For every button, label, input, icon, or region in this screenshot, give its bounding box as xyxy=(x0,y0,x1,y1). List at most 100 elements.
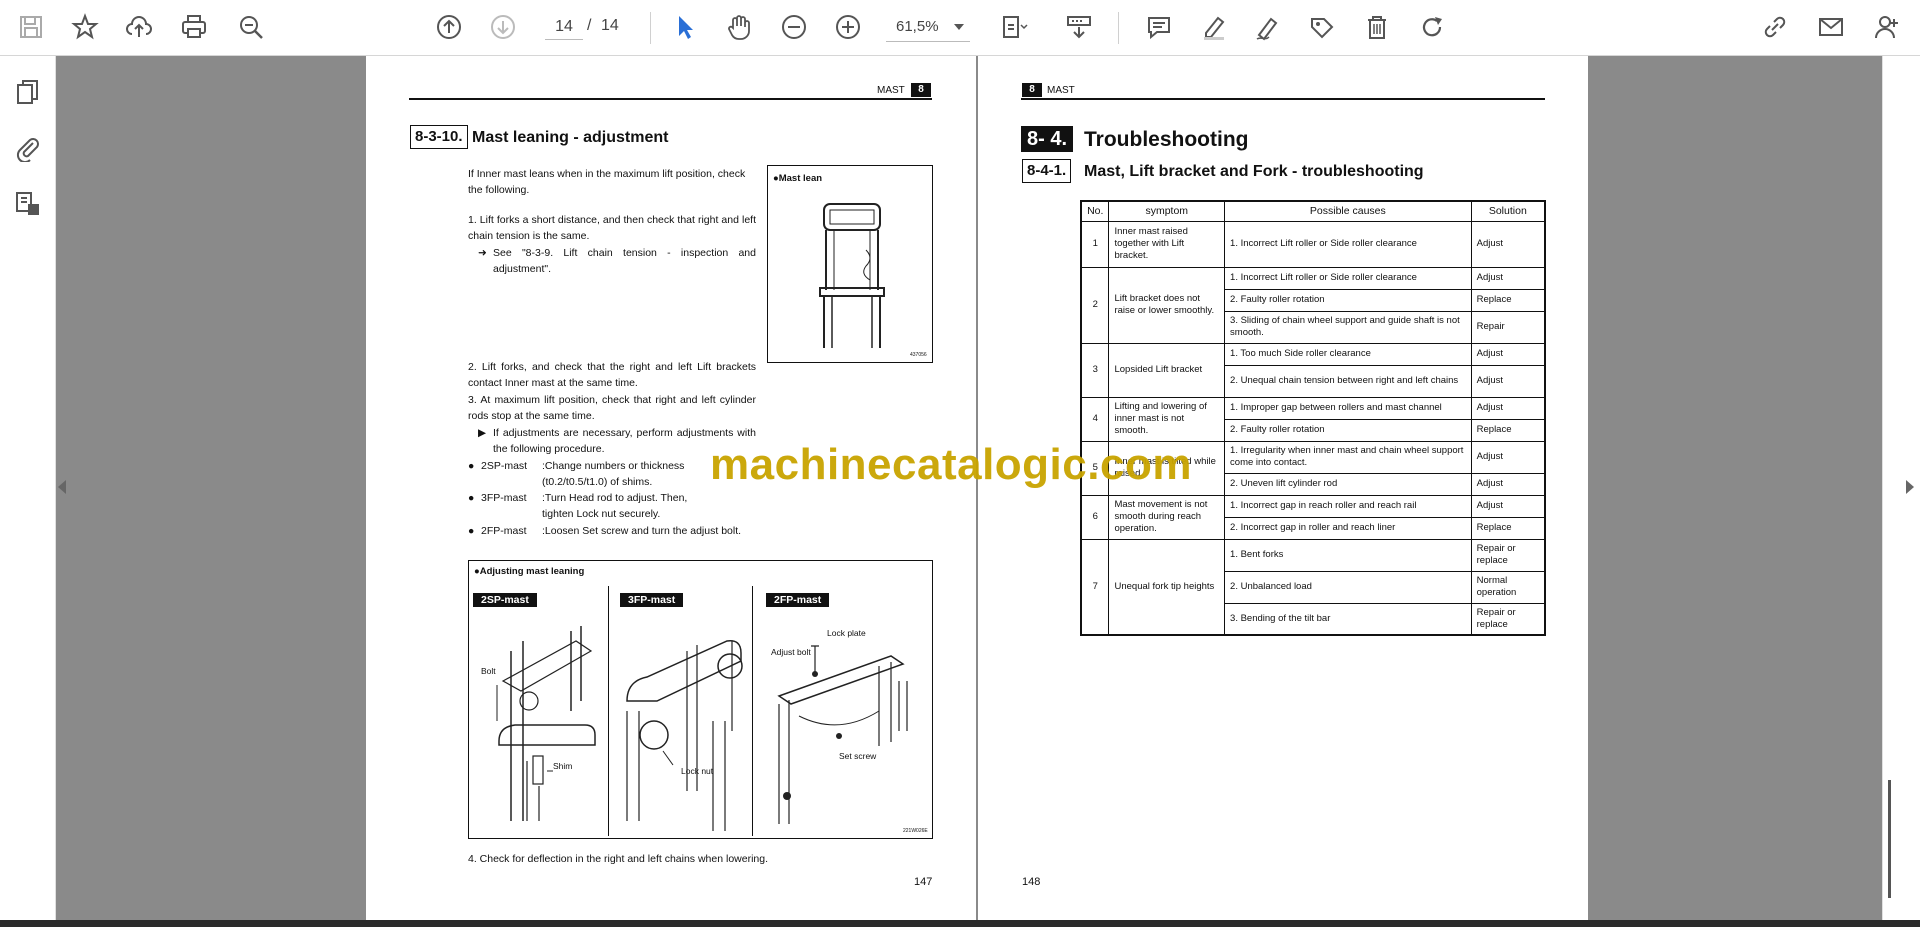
fit-page-icon[interactable] xyxy=(992,10,1036,44)
2sp-mast-drawing xyxy=(496,626,596,821)
page-separator: / xyxy=(587,17,592,34)
solution-cell: Adjust xyxy=(1470,494,1546,518)
email-icon[interactable] xyxy=(1814,10,1848,44)
delete-icon[interactable] xyxy=(1360,10,1394,44)
cause-cell: 2. Faulty roller rotation xyxy=(1224,288,1472,312)
row-number: 4 xyxy=(1080,396,1110,442)
page-total: 14 xyxy=(601,17,619,34)
step-4: 4. Check for deflection in the right and… xyxy=(468,853,769,865)
tag-2fp-mast: 2FP-mast xyxy=(766,593,830,607)
zoom-in-icon[interactable] xyxy=(831,10,865,44)
table-row: 4 Lifting and lowering of inner mast is … xyxy=(1080,396,1546,442)
chevron-down-icon xyxy=(954,23,964,30)
toolbar: / 14 61,5% xyxy=(0,0,1920,56)
expand-right-panel-icon[interactable] xyxy=(1906,480,1914,494)
symptom-cell: Inner mast raised together with Lift bra… xyxy=(1108,220,1226,268)
cause-cell: 2. Unequal chain tension between right a… xyxy=(1224,364,1472,398)
comment-icon[interactable] xyxy=(1142,10,1176,44)
stamp-icon[interactable] xyxy=(1305,10,1339,44)
solution-cell: Adjust xyxy=(1470,396,1546,420)
solution-cell: Adjust xyxy=(1470,440,1546,474)
section-number: 8-4-1. xyxy=(1022,159,1072,183)
zoom-out-icon[interactable] xyxy=(777,10,811,44)
scroll-mode-icon[interactable] xyxy=(1062,10,1096,44)
bullet-text-3fp: :Turn Head rod to adjust. Then, tighten … xyxy=(542,492,688,520)
bullet-name-2sp: 2SP-mast xyxy=(481,460,528,472)
step-1: 1. Lift forks a short distance, and then… xyxy=(468,214,756,242)
solution-cell: Adjust xyxy=(1470,220,1546,268)
page-number-input[interactable] xyxy=(545,14,583,40)
column-header: symptom xyxy=(1108,200,1226,222)
save-icon[interactable] xyxy=(14,10,48,44)
print-icon[interactable] xyxy=(177,10,211,44)
callout-lock-nut: Lock nut xyxy=(681,766,714,776)
cause-cell: 2. Unbalanced load xyxy=(1224,570,1472,604)
section-number: 8-3-10. xyxy=(410,125,468,149)
cause-cell: 1. Too much Side roller clearance xyxy=(1224,342,1472,366)
left-sidebar xyxy=(0,56,56,920)
cause-cell: 2. Incorrect gap in roller and reach lin… xyxy=(1224,516,1472,540)
header-rule xyxy=(409,98,932,100)
solution-cell: Normal operation xyxy=(1470,570,1546,604)
figure-adjusting-mast-leaning: ●Adjusting mast leaning 2SP-mast 3FP-mas… xyxy=(468,560,933,839)
step-3: 3. At maximum lift position, check that … xyxy=(468,394,756,422)
select-cursor-icon[interactable] xyxy=(668,10,702,44)
draw-icon[interactable] xyxy=(1251,10,1285,44)
zoom-level-dropdown[interactable]: 61,5% xyxy=(886,12,970,42)
header-rule xyxy=(1021,98,1545,100)
zoom-level-value: 61,5% xyxy=(896,18,939,35)
table-row: 7 Unequal fork tip heights 1. Bent forks… xyxy=(1080,538,1546,636)
column-header: Possible causes xyxy=(1224,200,1472,222)
chapter-badge: 8 xyxy=(911,83,931,97)
figure-divider xyxy=(752,586,753,836)
cause-cell: 2. Faulty roller rotation xyxy=(1224,418,1472,442)
figure-label: ●Mast lean xyxy=(773,173,823,184)
chapter-badge: 8 xyxy=(1022,83,1042,97)
pages-icon[interactable] xyxy=(10,74,46,110)
zoom-search-icon[interactable] xyxy=(234,10,268,44)
table-row: 6 Mast movement is not smooth during rea… xyxy=(1080,494,1546,540)
table-row: 3 Lopsided Lift bracket 1. Too much Side… xyxy=(1080,342,1546,398)
figure-divider xyxy=(608,586,609,836)
solution-cell: Repair or replace xyxy=(1470,602,1546,636)
solution-cell: Adjust xyxy=(1470,472,1546,496)
page-number-right: 148 xyxy=(1022,876,1041,888)
prev-page-icon[interactable] xyxy=(432,10,466,44)
solution-cell: Adjust xyxy=(1470,266,1546,290)
attachments-icon[interactable] xyxy=(10,130,46,166)
collapse-left-panel-icon[interactable] xyxy=(58,480,66,494)
column-header: Solution xyxy=(1470,200,1546,222)
solution-cell: Repair or replace xyxy=(1470,538,1546,572)
section-title: Mast leaning - adjustment xyxy=(472,129,669,146)
solution-cell: Repair xyxy=(1470,310,1546,344)
next-page-icon[interactable] xyxy=(486,10,520,44)
row-number: 3 xyxy=(1080,342,1110,398)
upload-cloud-icon[interactable] xyxy=(122,10,156,44)
page-number-left: 147 xyxy=(914,876,933,888)
cause-cell: 1. Irregularity when inner mast and chai… xyxy=(1224,440,1472,474)
cause-cell: 3. Bending of the tilt bar xyxy=(1224,602,1472,636)
bookmark-star-icon[interactable] xyxy=(68,10,102,44)
share-link-icon[interactable] xyxy=(1758,10,1792,44)
solution-cell: Replace xyxy=(1470,288,1546,312)
troubleshooting-table: No. symptom Possible causes Solution 1 I… xyxy=(1080,200,1546,636)
cause-cell: 1. Incorrect Lift roller or Side roller … xyxy=(1224,220,1472,268)
callout-bolt: Bolt xyxy=(481,666,496,676)
bullet-text-2fp: :Loosen Set screw and turn the adjust bo… xyxy=(542,525,742,537)
bullet-icon: ● xyxy=(468,460,475,472)
symptom-cell: Unequal fork tip heights xyxy=(1108,538,1226,636)
toolbar-divider xyxy=(650,12,651,44)
table-row: 2 Lift bracket does not raise or lower s… xyxy=(1080,266,1546,344)
vertical-scrollbar[interactable] xyxy=(1888,780,1891,898)
file-info-icon[interactable] xyxy=(10,186,46,222)
intro-text: If Inner mast leans when in the maximum … xyxy=(468,168,746,196)
add-user-icon[interactable] xyxy=(1870,10,1904,44)
highlight-pen-icon[interactable] xyxy=(1197,10,1231,44)
callout-shim: Shim xyxy=(553,761,573,771)
figure-mast-lean: ●Mast lean 437056 xyxy=(767,165,933,363)
3fp-mast-drawing xyxy=(626,640,743,831)
cause-cell: 1. Incorrect gap in reach roller and rea… xyxy=(1224,494,1472,518)
rotate-icon[interactable] xyxy=(1415,10,1449,44)
arrow-right-icon: ➜ xyxy=(478,247,487,259)
hand-tool-icon[interactable] xyxy=(722,10,756,44)
